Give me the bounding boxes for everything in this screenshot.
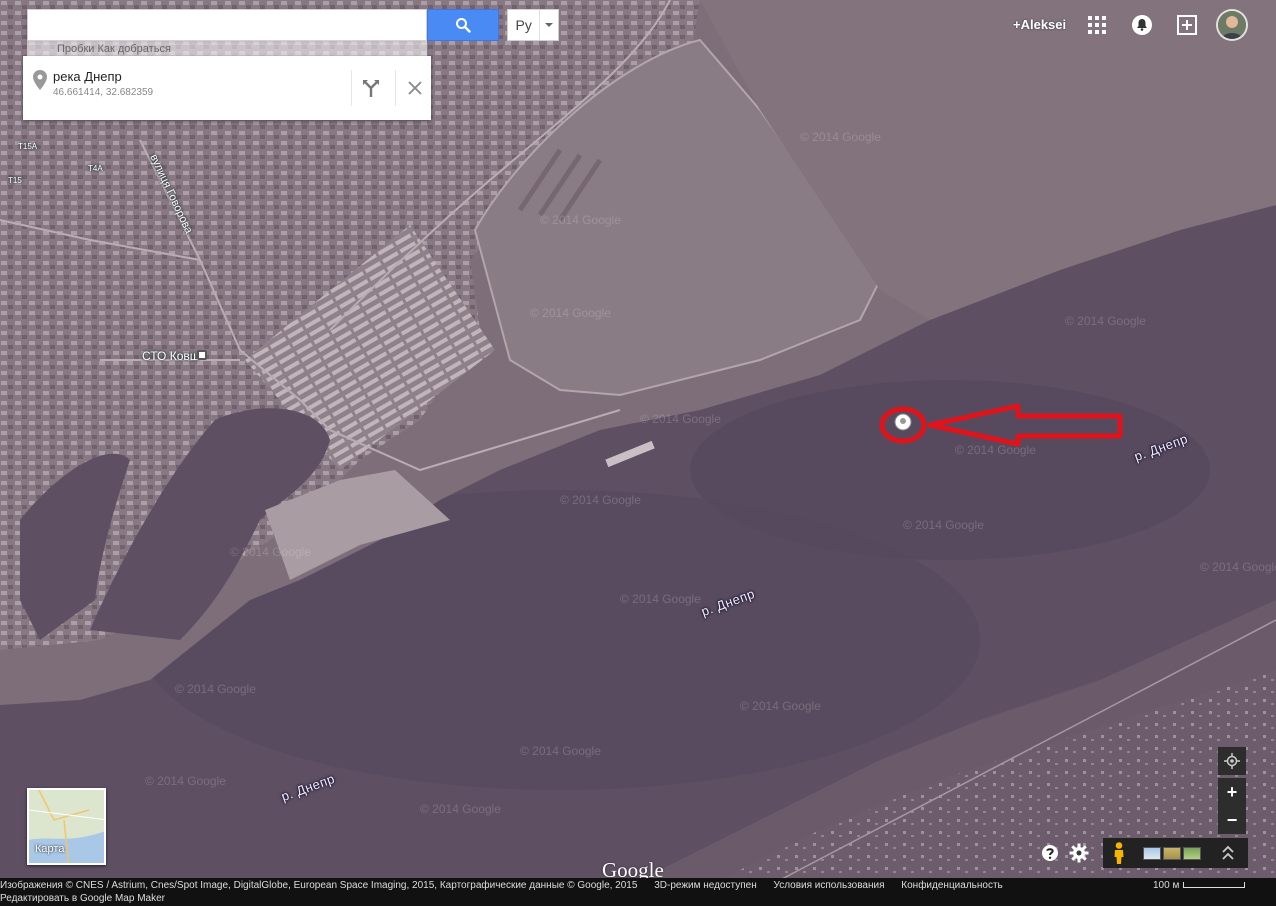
search-box[interactable] <box>27 9 427 41</box>
watermark: © 2014 Google <box>175 682 256 696</box>
satellite-map[interactable]: © 2014 Google © 2014 Google © 2014 Googl… <box>0 0 1276 880</box>
directions-button[interactable] <box>351 70 389 106</box>
place-title: река Днепр <box>53 69 122 84</box>
close-button[interactable] <box>395 70 433 106</box>
location-pin-icon <box>33 70 47 90</box>
map-maker-link[interactable]: Редактировать в Google Map Maker <box>0 893 165 904</box>
place-card[interactable]: река Днепр 46.661414, 32.682359 <box>23 56 431 120</box>
watermark: © 2014 Google <box>530 306 611 320</box>
user-avatar <box>1218 11 1246 39</box>
watermark: © 2014 Google <box>520 744 601 758</box>
search-input[interactable] <box>28 10 426 40</box>
minimap-toggle[interactable]: Карта <box>27 788 106 865</box>
search-hints[interactable]: Пробки Как добраться <box>27 41 427 57</box>
my-location-button[interactable] <box>1218 747 1246 775</box>
watermark: © 2014 Google <box>800 130 881 144</box>
watermark: © 2014 Google <box>1200 560 1276 574</box>
help-icon[interactable] <box>1041 844 1059 862</box>
imagery-attribution: Изображения © CNES / Astrium, Cnes/Spot … <box>0 880 638 891</box>
minimap-label: Карта <box>35 843 65 855</box>
pegman-icon[interactable] <box>1111 842 1127 864</box>
watermark: © 2014 Google <box>540 213 621 227</box>
marker-pin-icon <box>894 413 912 431</box>
zoom-out-button[interactable]: − <box>1218 806 1246 834</box>
close-icon <box>407 81 422 95</box>
road-label: Т15 <box>8 176 22 185</box>
watermark: © 2014 Google <box>560 493 641 507</box>
terms-link[interactable]: Условия использования <box>774 880 885 891</box>
language-dropdown[interactable]: Ру <box>507 9 559 41</box>
place-coordinates: 46.661414, 32.682359 <box>53 87 154 98</box>
language-label: Ру <box>515 17 532 33</box>
watermark: © 2014 Google <box>145 774 226 788</box>
search-button[interactable] <box>427 9 499 41</box>
watermark: © 2014 Google <box>903 518 984 532</box>
watermark: © 2014 Google <box>740 699 821 713</box>
apps-grid-icon[interactable] <box>1085 13 1109 37</box>
layer-thumbnail[interactable] <box>1183 846 1201 860</box>
layer-thumbnail[interactable] <box>1143 846 1161 860</box>
bell-icon[interactable] <box>1130 13 1154 37</box>
search-icon <box>456 18 471 33</box>
chevron-up-icon[interactable] <box>1221 845 1235 861</box>
annotation-arrow <box>879 403 1123 447</box>
privacy-link[interactable]: Конфиденциальность <box>901 880 1002 891</box>
watermark: © 2014 Google <box>1065 314 1146 328</box>
share-icon[interactable] <box>1175 13 1199 37</box>
footer-bar: Изображения © CNES / Astrium, Cnes/Spot … <box>0 878 1276 906</box>
zoom-in-button[interactable]: + <box>1218 778 1246 806</box>
watermark: © 2014 Google <box>640 412 721 426</box>
road-label: Т15А <box>18 142 38 151</box>
crosshair-icon <box>1224 753 1240 769</box>
scale-label[interactable]: 100 м <box>1153 880 1179 891</box>
layers-panel[interactable] <box>1103 838 1248 868</box>
watermark: © 2014 Google <box>420 802 501 816</box>
poi-label[interactable]: СТО Ковш <box>142 349 199 363</box>
user-profile-link[interactable]: +Aleksei <box>1013 17 1066 32</box>
gear-icon[interactable] <box>1069 843 1089 863</box>
layer-thumbnail[interactable] <box>1163 846 1181 860</box>
avatar[interactable] <box>1216 9 1248 41</box>
directions-icon <box>362 80 379 97</box>
3d-mode-status: 3D-режим недоступен <box>654 880 757 891</box>
chevron-down-icon[interactable] <box>539 10 558 40</box>
watermark: © 2014 Google <box>230 545 311 559</box>
scale-bar[interactable] <box>1183 882 1245 888</box>
watermark: © 2014 Google <box>620 592 701 606</box>
road-label: Т4А <box>88 164 103 173</box>
poi-marker-icon[interactable] <box>197 350 207 360</box>
